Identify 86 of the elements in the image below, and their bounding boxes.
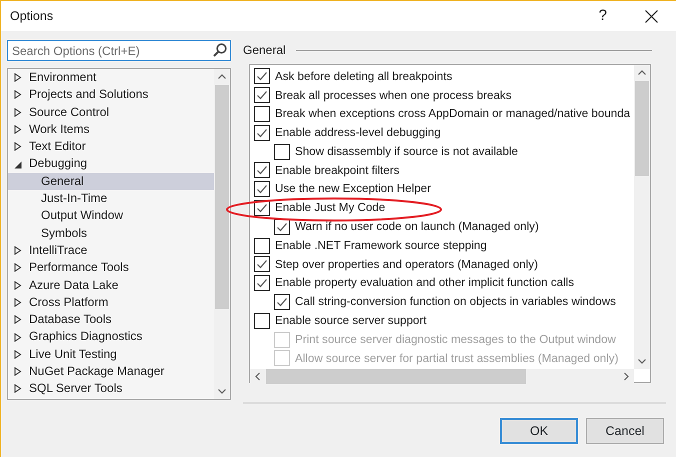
checkmark-icon: [256, 89, 268, 102]
tree-item[interactable]: Just-In-Time: [41, 190, 108, 208]
search-field[interactable]: Search Options (Ctrl+E): [7, 40, 231, 61]
section-title: General: [243, 42, 286, 59]
checkbox[interactable]: [254, 181, 270, 198]
checkmark-icon: [256, 164, 268, 176]
option-label: Enable property evaluation and other implicit function calls: [275, 275, 574, 292]
tree-item[interactable]: Debugging: [29, 155, 88, 173]
option-label: Show disassembly if source is not available: [295, 144, 518, 160]
tree-item[interactable]: Text Editor: [29, 138, 86, 156]
option-label: Break all processes when one process breaks: [275, 88, 512, 104]
collapsed-arrow-icon[interactable]: [13, 298, 22, 307]
window-title: Options: [10, 8, 54, 25]
tree-item[interactable]: Output Window: [41, 207, 124, 225]
option-label: Call string-conversion function on objects in variables windows: [295, 294, 616, 310]
tree-item[interactable]: Azure Data Lake: [29, 276, 118, 294]
tree-item[interactable]: IntelliTrace: [29, 242, 88, 260]
collapsed-arrow-icon[interactable]: [13, 315, 22, 324]
collapsed-arrow-icon[interactable]: [13, 90, 22, 100]
collapsed-arrow-icon[interactable]: [13, 108, 22, 117]
scroll-thumb[interactable]: [635, 81, 649, 176]
collapsed-arrow-icon[interactable]: [13, 367, 22, 376]
help-button[interactable]: ?: [598, 4, 607, 28]
tree-item[interactable]: Projects and Solutions: [29, 86, 148, 104]
option-label: Enable .NET Framework source stepping: [275, 238, 487, 254]
checkmark-icon: [256, 70, 268, 82]
checkbox[interactable]: [254, 256, 270, 272]
scroll-thumb[interactable]: [266, 369, 526, 384]
option-label: Print source server diagnostic messages to the Output window: [295, 332, 616, 348]
checkmark-icon: [256, 258, 268, 270]
option-label: Enable breakpoint filters: [275, 162, 400, 179]
tree-item[interactable]: NuGet Package Manager: [29, 363, 164, 380]
option-label: Ask before deleting all breakpoints: [275, 68, 452, 85]
checkbox[interactable]: [254, 68, 270, 84]
checkmark-icon: [256, 183, 268, 196]
tree-item[interactable]: Source Control: [29, 104, 110, 121]
tree-item[interactable]: Performance Tools: [29, 259, 129, 277]
checkmark-icon: [256, 277, 268, 290]
tree-item[interactable]: Database Tools: [29, 311, 112, 328]
scroll-thumb[interactable]: [215, 85, 229, 309]
tree-item[interactable]: General: [41, 172, 84, 190]
checkbox[interactable]: [254, 275, 270, 292]
search-icon[interactable]: [213, 43, 227, 57]
checkmark-icon: [256, 202, 268, 214]
scrollbar[interactable]: [250, 369, 634, 384]
checkbox[interactable]: [254, 87, 270, 104]
tree-item[interactable]: Symbols: [41, 224, 88, 242]
checkbox[interactable]: [274, 144, 290, 160]
option-label: Warn if no user code on launch (Managed only): [295, 219, 539, 236]
collapsed-arrow-icon[interactable]: [13, 73, 22, 82]
option-label: Enable source server support: [275, 313, 426, 330]
option-label: Enable address-level debugging: [275, 125, 441, 142]
scrollbar[interactable]: [634, 65, 650, 369]
option-label: Use the new Exception Helper: [275, 181, 431, 198]
option-label: Break when exceptions cross AppDomain or managed/native bounda: [275, 106, 630, 122]
collapsed-arrow-icon[interactable]: [13, 263, 22, 272]
close-icon[interactable]: [645, 10, 658, 22]
collapsed-arrow-icon[interactable]: [13, 142, 22, 152]
collapsed-arrow-icon[interactable]: [13, 125, 22, 134]
option-label: Enable Just My Code: [275, 200, 386, 216]
checkbox[interactable]: [254, 124, 270, 141]
collapsed-arrow-icon[interactable]: [13, 246, 22, 256]
tree-item[interactable]: Work Items: [29, 120, 90, 138]
tree-item[interactable]: Live Unit Testing: [29, 346, 117, 364]
scrollbar[interactable]: [214, 69, 230, 399]
checkbox[interactable]: [254, 162, 270, 178]
checkmark-icon: [276, 220, 288, 233]
checkbox[interactable]: [254, 312, 270, 329]
option-label: Allow source server for partial trust assemblies (Managed only): [295, 350, 618, 367]
option-label: Step over properties and operators (Managed only): [275, 256, 538, 273]
tree-item[interactable]: Graphics Diagnostics: [29, 328, 142, 346]
checkbox[interactable]: [274, 294, 290, 310]
tree-item[interactable]: Cross Platform: [29, 294, 108, 312]
dialog-button[interactable]: Cancel: [586, 418, 664, 444]
collapsed-arrow-icon[interactable]: [13, 332, 22, 342]
dialog-button[interactable]: OK: [500, 418, 578, 444]
tree-item[interactable]: Environment: [29, 69, 96, 86]
tree-item[interactable]: SQL Server Tools: [29, 380, 122, 398]
checkbox[interactable]: [254, 238, 270, 254]
checkmark-icon: [276, 296, 288, 308]
collapsed-arrow-icon[interactable]: [13, 350, 22, 359]
checkbox[interactable]: [254, 106, 270, 122]
collapsed-arrow-icon[interactable]: [13, 384, 22, 394]
expanded-arrow-icon[interactable]: [13, 160, 22, 169]
collapsed-arrow-icon[interactable]: [13, 280, 22, 290]
checkmark-icon: [256, 126, 268, 139]
